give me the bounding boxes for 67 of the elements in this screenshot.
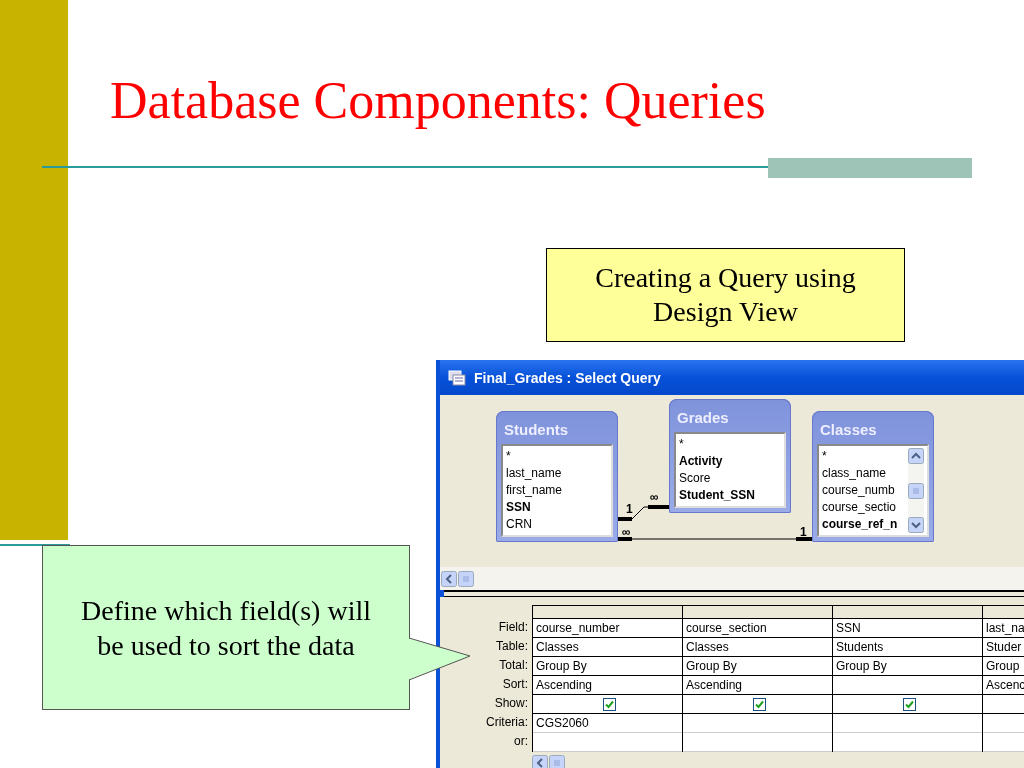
- grid-cell[interactable]: course_section: [683, 619, 832, 638]
- field-name[interactable]: *: [506, 448, 608, 465]
- row-label: Show:: [493, 695, 529, 712]
- scroll-up-button[interactable]: [908, 448, 924, 464]
- pane-splitter[interactable]: [444, 590, 1024, 597]
- grid-cell[interactable]: Group By: [833, 657, 982, 676]
- scroll-left-button[interactable]: [532, 755, 548, 768]
- query-icon: [448, 369, 466, 386]
- checkbox[interactable]: [752, 697, 766, 711]
- grid-cell[interactable]: SSN: [833, 619, 982, 638]
- field-name[interactable]: course_ref_n: [822, 516, 906, 533]
- table-node[interactable]: Grades * Activity Score Student_SSN: [669, 399, 791, 513]
- field-name[interactable]: first_name: [506, 482, 608, 499]
- row-label: Total:: [498, 657, 529, 674]
- grid-cell[interactable]: Students: [833, 638, 982, 657]
- column-selector[interactable]: [833, 605, 982, 619]
- field-name[interactable]: course_sectio: [822, 499, 906, 516]
- table-node[interactable]: Classes * class_name course_numb course_sectio course_ref_n: [812, 411, 934, 542]
- field-name[interactable]: Score: [679, 470, 781, 487]
- field-name[interactable]: CRN: [506, 516, 608, 533]
- grid-cell[interactable]: CGS2060: [533, 714, 682, 733]
- table-name: Grades: [676, 408, 730, 428]
- grid-cell[interactable]: last_na: [983, 619, 1024, 638]
- scroll-thumb[interactable]: [458, 570, 474, 587]
- checkbox[interactable]: [902, 697, 916, 711]
- checkbox[interactable]: [602, 697, 616, 711]
- row-label: Criteria:: [485, 714, 529, 731]
- grid-cell[interactable]: Ascending: [533, 676, 682, 695]
- note-box: Creating a Query using Design View: [546, 248, 905, 342]
- grid-cell[interactable]: course_number: [533, 619, 682, 638]
- table-node[interactable]: Students * last_name first_name SSN CRN: [496, 411, 618, 542]
- grid-cell[interactable]: Classes: [683, 638, 832, 657]
- field-name[interactable]: *: [679, 436, 781, 453]
- cardinality-label: 1: [626, 503, 633, 515]
- grid-cell[interactable]: Group: [983, 657, 1024, 676]
- slide-title: Database Components: Queries: [110, 71, 766, 131]
- grid-cell[interactable]: Group By: [533, 657, 682, 676]
- field-name[interactable]: Activity: [679, 453, 781, 470]
- relationship-line: [617, 505, 670, 521]
- field-name[interactable]: class_name: [822, 465, 906, 482]
- column-selector[interactable]: [533, 605, 682, 619]
- scroll-thumb[interactable]: [908, 482, 924, 499]
- scroll-left-button[interactable]: [441, 570, 457, 587]
- vertical-scrollbar[interactable]: [908, 448, 924, 533]
- field-name[interactable]: SSN: [506, 499, 608, 516]
- window-title: Final_Grades : Select Query: [474, 369, 661, 386]
- field-name[interactable]: last_name: [506, 465, 608, 482]
- cardinality-label: 1: [800, 526, 807, 538]
- grid-cell[interactable]: Classes: [533, 638, 682, 657]
- row-label: or:: [513, 733, 529, 750]
- callout-box: Define which field(s) will be used to sort the data: [42, 545, 410, 710]
- row-label: Sort:: [501, 676, 529, 693]
- row-label: Table:: [494, 638, 529, 655]
- grid-cell[interactable]: Studer: [983, 638, 1024, 657]
- table-name: Students: [503, 420, 570, 440]
- grid-cell[interactable]: Ascending: [683, 676, 832, 695]
- field-name[interactable]: Student_SSN: [679, 487, 781, 504]
- cardinality-label: ∞: [622, 526, 631, 538]
- cardinality-label: ∞: [650, 491, 659, 503]
- scroll-thumb[interactable]: [549, 755, 565, 768]
- field-name[interactable]: *: [822, 448, 906, 465]
- column-selector[interactable]: [683, 605, 832, 619]
- grid-cell[interactable]: Group By: [683, 657, 832, 676]
- field-name[interactable]: course_numb: [822, 482, 906, 499]
- row-label: Field:: [497, 619, 529, 636]
- table-name: Classes: [819, 420, 878, 440]
- scroll-down-button[interactable]: [908, 517, 924, 533]
